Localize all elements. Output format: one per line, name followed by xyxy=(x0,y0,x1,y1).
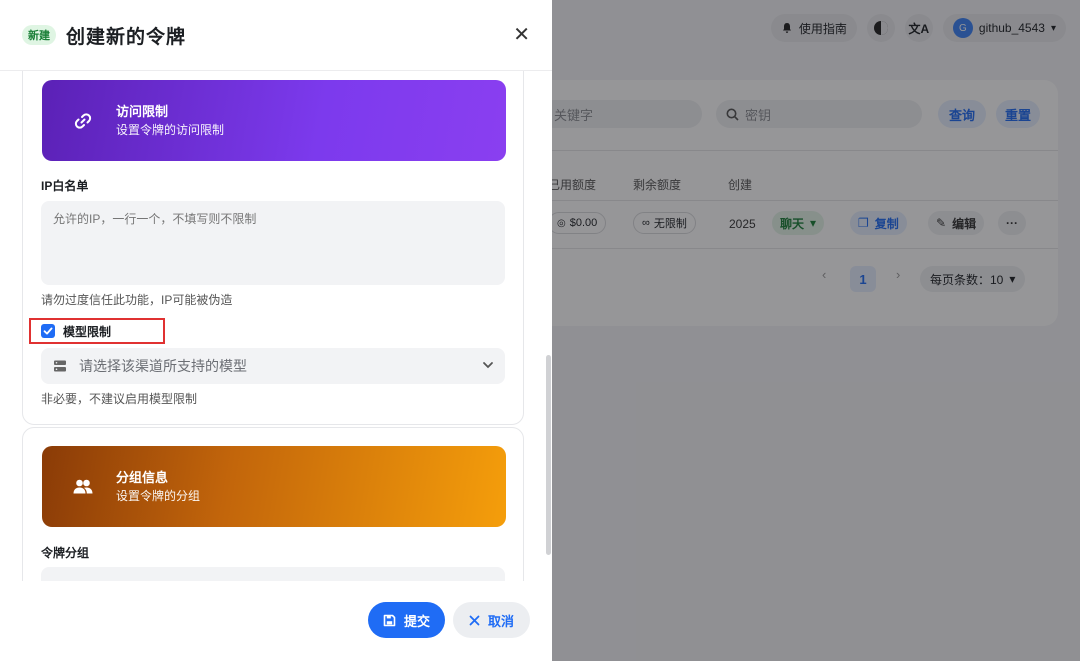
link-icon xyxy=(72,110,94,132)
create-token-drawer: 新建 创建新的令牌 ✕ 访问限制 设置令牌的访问限制 分组信息 设置令牌的分组 … xyxy=(0,0,552,661)
model-limit-label: 模型限制 xyxy=(63,324,112,339)
check-icon xyxy=(43,327,53,335)
token-group-select[interactable] xyxy=(41,567,505,581)
close-icon[interactable]: ✕ xyxy=(513,22,530,47)
server-icon xyxy=(54,360,66,372)
access-banner-title: 访问限制 xyxy=(116,103,169,119)
group-banner-title: 分组信息 xyxy=(116,469,169,485)
group-banner-subtitle: 设置令牌的分组 xyxy=(116,488,201,503)
submit-label: 提交 xyxy=(403,613,430,629)
model-limit-checkbox[interactable] xyxy=(41,324,55,338)
ip-whitelist-hint: 请勿过度信任此功能，IP可能被伪造 xyxy=(41,293,233,307)
new-badge: 新建 xyxy=(22,25,56,45)
model-limit-hint: 非必要，不建议启用模型限制 xyxy=(41,392,198,406)
scrollbar[interactable] xyxy=(546,355,551,555)
save-icon xyxy=(383,614,396,626)
model-limit-checkbox-row[interactable]: 模型限制 xyxy=(29,318,165,344)
close-icon xyxy=(469,615,480,625)
group-info-section: 分组信息 设置令牌的分组 xyxy=(22,427,524,581)
cancel-button[interactable]: 取消 xyxy=(453,602,530,638)
submit-button[interactable]: 提交 xyxy=(368,602,445,638)
cancel-label: 取消 xyxy=(487,613,514,629)
ip-whitelist-textarea[interactable] xyxy=(41,201,505,285)
users-icon xyxy=(72,476,94,498)
group-banner: 分组信息 设置令牌的分组 xyxy=(42,446,506,527)
model-select-placeholder: 请选择该渠道所支持的模型 xyxy=(79,358,247,374)
access-banner-subtitle: 设置令牌的访问限制 xyxy=(116,122,225,137)
chevron-down-icon xyxy=(483,362,493,369)
model-select[interactable]: 请选择该渠道所支持的模型 xyxy=(41,348,505,384)
drawer-header: 新建 创建新的令牌 ✕ xyxy=(0,0,552,71)
access-banner: 访问限制 设置令牌的访问限制 xyxy=(42,80,506,161)
drawer-title: 创建新的令牌 xyxy=(66,26,187,48)
ip-whitelist-label: IP白名单 xyxy=(41,179,89,193)
token-group-label: 令牌分组 xyxy=(41,546,90,560)
